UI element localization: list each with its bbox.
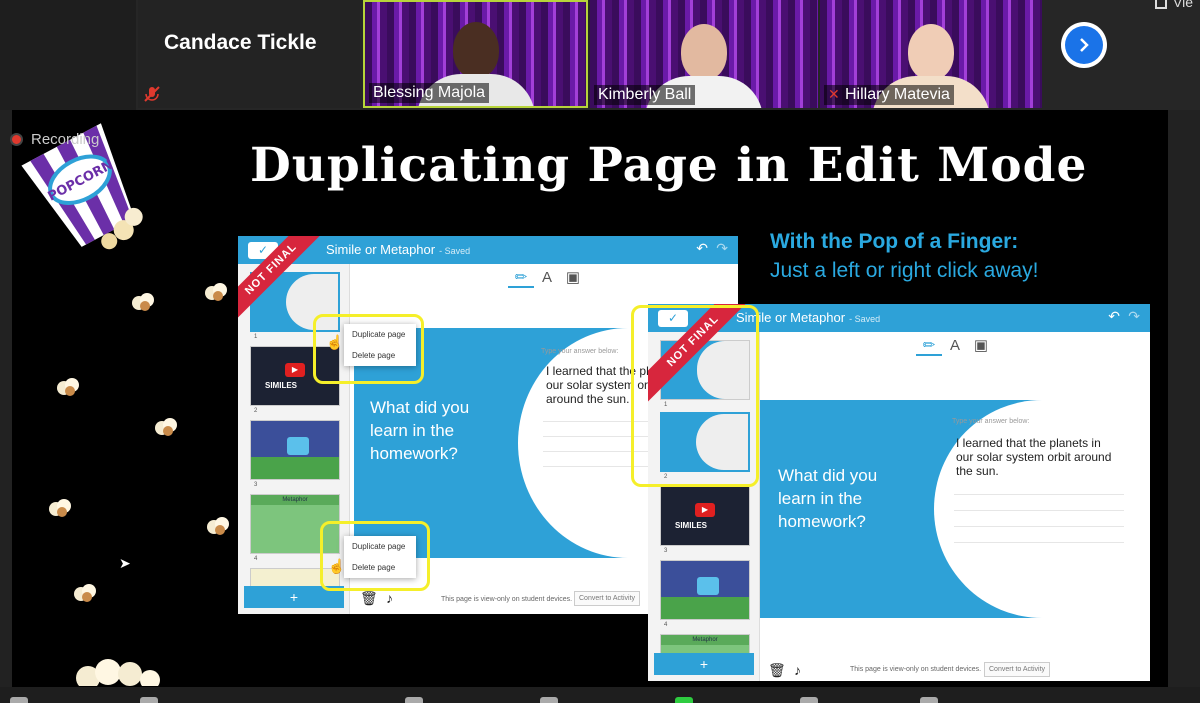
record-dot-icon [10, 133, 23, 146]
add-image-icon[interactable]: ▣ [968, 336, 994, 354]
redo-icon[interactable]: ↷ [1128, 308, 1140, 325]
mouse-cursor-icon: ➤ [119, 555, 131, 571]
view-only-notice: This page is view-only on student device… [850, 666, 982, 673]
saved-status: - Saved [849, 314, 881, 324]
participant-strip: Candace Tickle Blessing Majola Kimberly … [0, 0, 1200, 110]
participant-name: Hillary Matevia [845, 86, 950, 103]
participant-tile-self[interactable]: Candace Tickle [138, 0, 360, 108]
page-thumbnail-4[interactable]: Metaphor [660, 634, 750, 654]
brush-icon[interactable]: ✏ [508, 268, 534, 288]
answer-label: Type your answer below: [541, 348, 619, 355]
view-only-notice: This page is view-only on student device… [441, 596, 573, 603]
participant-video-1[interactable]: Blessing Majola [363, 0, 588, 108]
page-number: 2 [254, 408, 258, 414]
add-image-icon[interactable]: ▣ [560, 268, 586, 286]
participant-name-label: Blessing Majola [369, 83, 490, 103]
mic-muted-icon: ✕ [828, 86, 840, 102]
participant-video-3[interactable]: ✕ Hillary Matevia [820, 0, 1042, 108]
reactions-button[interactable] [920, 697, 938, 703]
trash-icon[interactable]: 🗑 [360, 590, 378, 607]
page-thumbnail-3[interactable] [250, 420, 340, 480]
blank-tile [0, 0, 136, 110]
saved-status: - Saved [439, 246, 471, 256]
popcorn-kernel-icon [49, 499, 71, 517]
question-text: What did you learn in the homework? [778, 466, 878, 531]
lesson-title: Simile or Metaphor [326, 242, 436, 257]
question-text: What did you learn in the homework? [370, 398, 470, 463]
recording-indicator: Recording [10, 131, 99, 148]
editor-toolbar: ✏ A ▣ [508, 268, 586, 292]
slide-tagline: Just a left or right click away! [770, 259, 1039, 282]
popcorn-kernel-icon [207, 517, 229, 535]
page-number: 3 [664, 548, 668, 554]
play-icon: ▶ [285, 363, 305, 377]
recording-label: Recording [31, 131, 100, 148]
popcorn-kernel-icon [57, 378, 79, 396]
next-page-button[interactable] [1061, 22, 1107, 68]
page-thumbnail-3[interactable] [660, 560, 750, 620]
meeting-controls-bar [0, 687, 1200, 703]
page-number: 4 [254, 556, 258, 562]
page-thumbnail-2[interactable]: ▶ SIMILES [660, 486, 750, 546]
participant-video-2[interactable]: Kimberly Ball [590, 0, 818, 108]
participant-name-label: Kimberly Ball [594, 85, 696, 105]
thumb-title: Metaphor [251, 495, 339, 505]
brush-icon[interactable]: ✏ [916, 336, 942, 356]
thumb-title: Metaphor [661, 635, 749, 645]
add-page-button[interactable]: + [654, 653, 754, 675]
popcorn-kernel-icon [205, 283, 227, 301]
view-label: Vie [1173, 0, 1193, 10]
text-tool-icon[interactable]: A [942, 337, 968, 354]
mute-button[interactable] [10, 697, 28, 703]
participant-name: Kimberly Ball [598, 86, 692, 103]
page-number: 4 [664, 622, 668, 628]
convert-label: Convert to Activity [579, 595, 636, 602]
participant-name: Candace Tickle [164, 31, 317, 54]
page-canvas[interactable]: What did you learn in the homework? [760, 400, 1150, 618]
stop-video-button[interactable] [140, 697, 158, 703]
trash-icon[interactable]: 🗑 [768, 662, 786, 679]
participant-name: Blessing Majola [373, 84, 486, 101]
undo-icon[interactable]: ↶ [696, 240, 708, 257]
slide-title: Duplicating Page in Edit Mode [250, 138, 1088, 193]
redo-icon[interactable]: ↷ [716, 240, 728, 257]
convert-to-activity-button[interactable]: Convert to Activity [574, 591, 641, 606]
answer-label: Type your answer below: [952, 418, 1030, 425]
thumb-title: SIMILES [265, 381, 298, 390]
popcorn-kernel-icon [74, 584, 96, 602]
view-button[interactable]: Vie [1155, 0, 1193, 10]
convert-to-activity-button[interactable]: Convert to Activity [984, 662, 1051, 677]
view-icon [1155, 0, 1167, 10]
record-button[interactable] [800, 697, 818, 703]
page-number: 3 [254, 482, 258, 488]
convert-label: Convert to Activity [989, 666, 1046, 673]
highlight-box [320, 521, 430, 591]
editor-toolbar: ✏ A ▣ [916, 336, 994, 360]
text-tool-icon[interactable]: A [534, 269, 560, 286]
participants-button[interactable] [405, 697, 423, 703]
popcorn-kernel-icon [132, 293, 154, 311]
audio-icon[interactable]: ♪ [794, 662, 801, 678]
thumb-title: SIMILES [675, 521, 708, 530]
popcorn-kernel-icon [155, 418, 177, 436]
chat-button[interactable] [540, 697, 558, 703]
share-screen-button[interactable] [675, 697, 693, 703]
participant-name-label: ✕ Hillary Matevia [824, 85, 954, 105]
slide-tagline-bold: With the Pop of a Finger: [770, 230, 1019, 253]
highlight-box [313, 314, 424, 384]
page-number: 1 [254, 334, 258, 340]
audio-icon[interactable]: ♪ [386, 590, 393, 606]
play-icon: ▶ [695, 503, 715, 517]
popcorn-pile-icon [76, 659, 160, 686]
answer-text[interactable]: I learned that the planets in our solar … [956, 436, 1116, 478]
undo-icon[interactable]: ↶ [1108, 308, 1120, 325]
mic-muted-icon [144, 86, 160, 102]
highlight-box [631, 305, 759, 487]
chevron-right-icon [1080, 38, 1089, 52]
